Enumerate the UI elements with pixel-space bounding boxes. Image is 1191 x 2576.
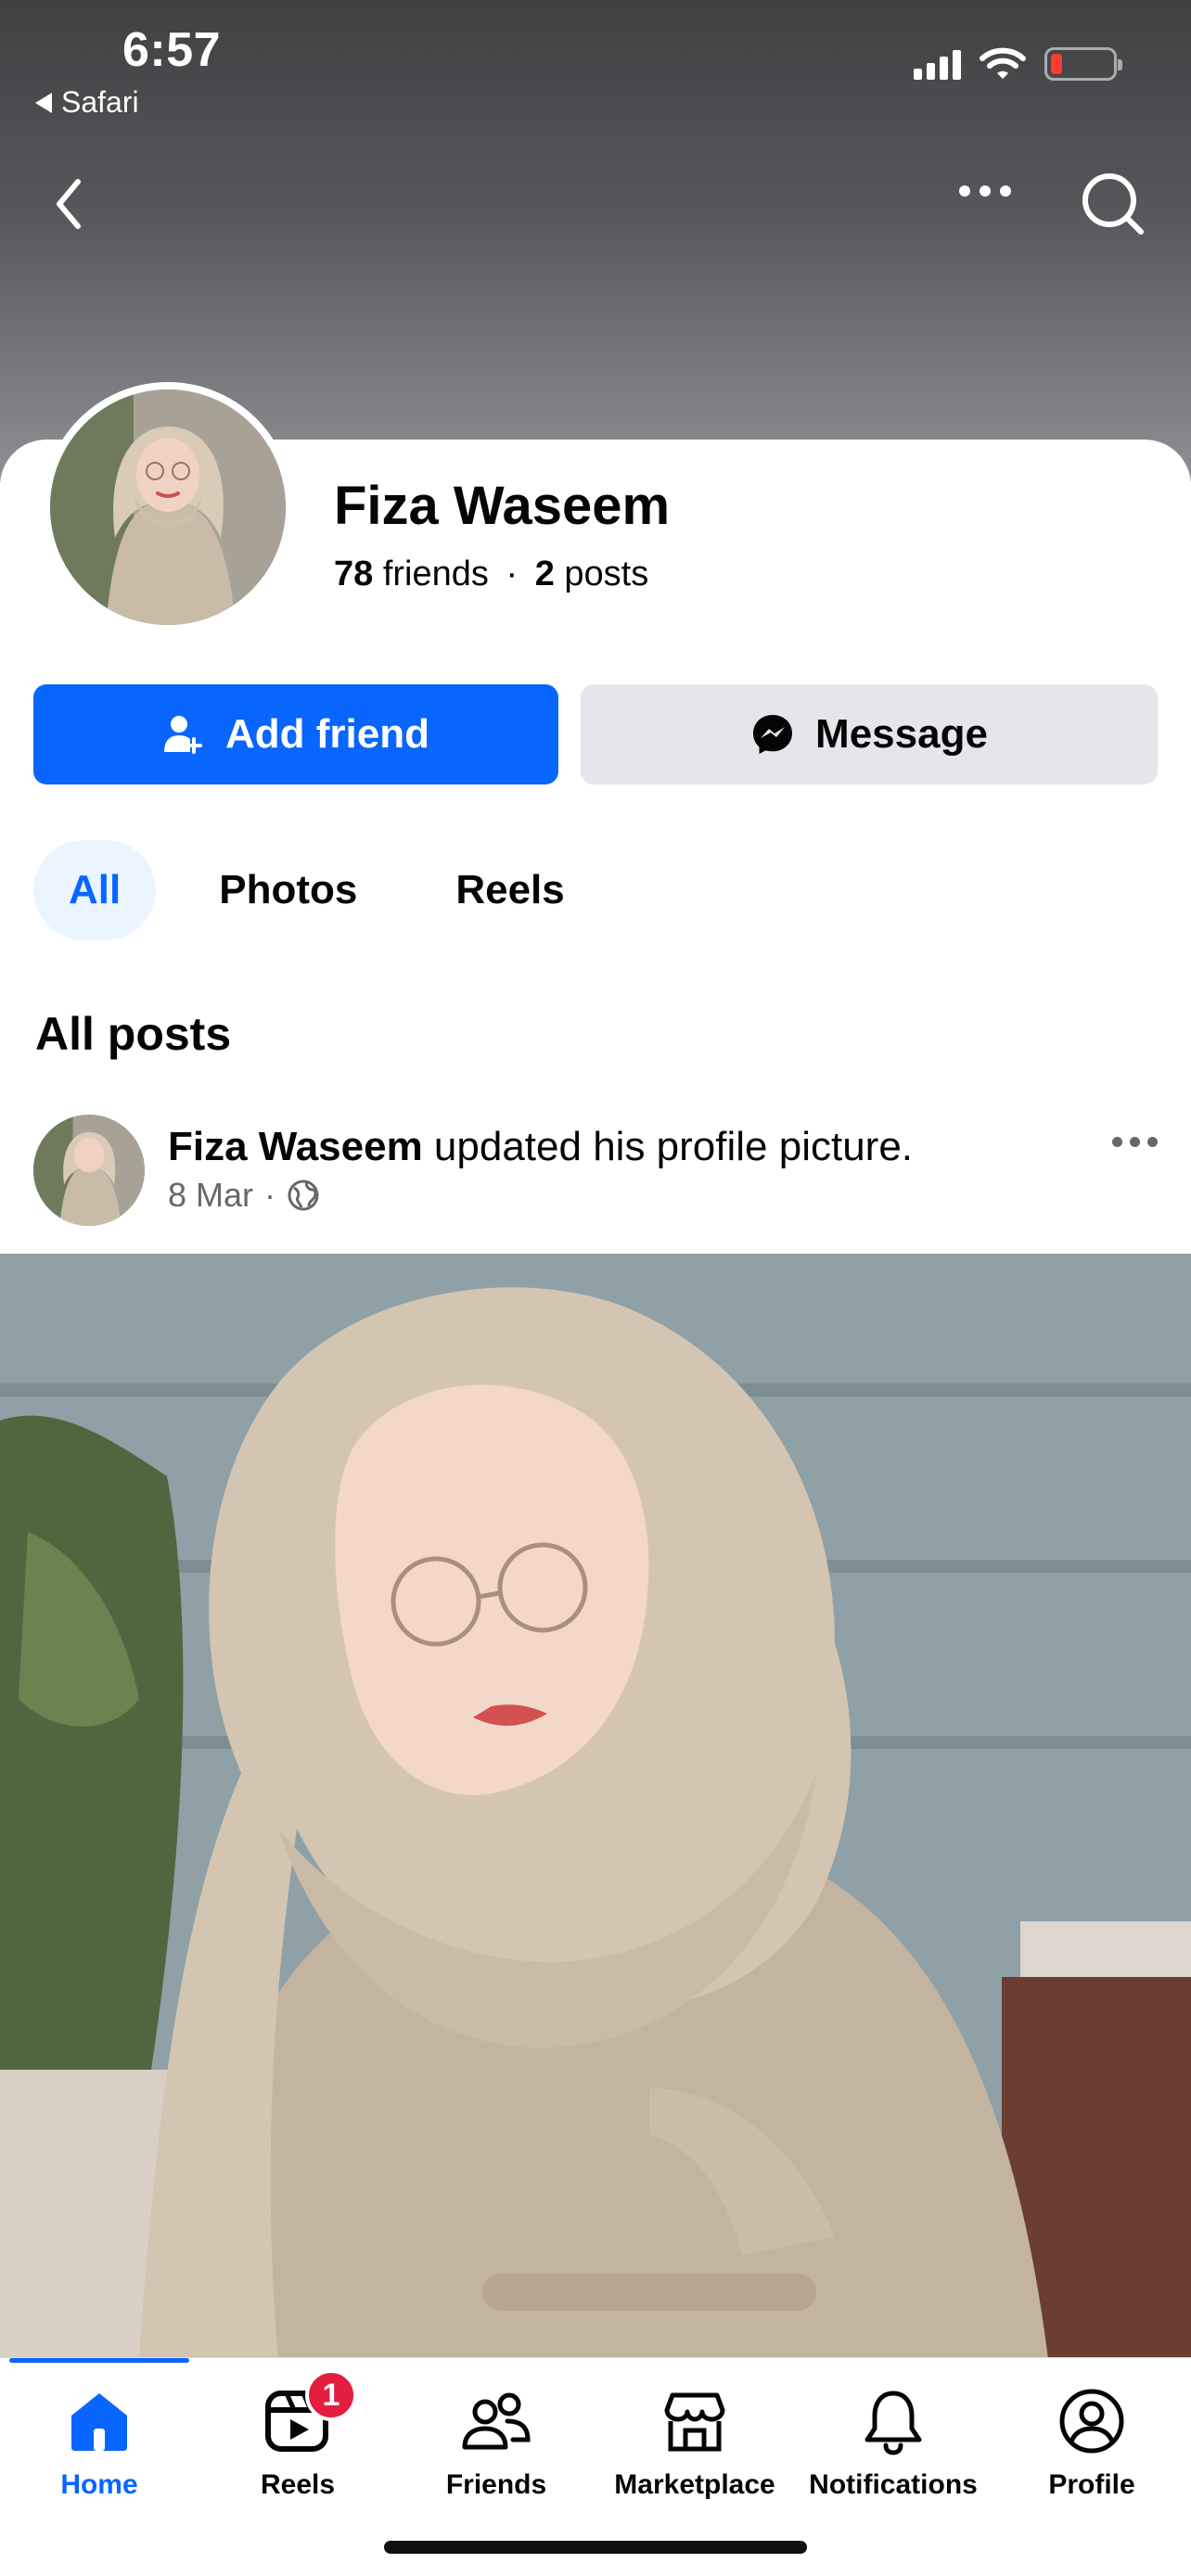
back-triangle-icon [35, 92, 52, 113]
more-horizontal-icon[interactable] [959, 185, 1011, 197]
add-person-icon [164, 716, 202, 754]
battery-level [1051, 54, 1062, 74]
post-header: Fiza Waseem updated his profile picture.… [33, 1115, 1158, 1228]
message-label: Message [815, 711, 988, 757]
friends-label[interactable]: friends [383, 555, 489, 593]
profile-stats: 78 friends · 2 posts [334, 555, 648, 594]
marketplace-icon [664, 2392, 725, 2452]
profile-photo [50, 389, 286, 625]
post-title: Fiza Waseem updated his profile picture. [168, 1124, 913, 1170]
posts-label: posts [564, 555, 649, 593]
bell-icon [864, 2391, 922, 2455]
back-to-app-link[interactable]: Safari [35, 85, 139, 120]
post-date[interactable]: 8 Mar [168, 1176, 253, 1215]
tab-marketplace-label: Marketplace [614, 2469, 775, 2500]
post-author-photo [33, 1115, 145, 1226]
post-image[interactable] [0, 1254, 1191, 2359]
post-photo-illustration [0, 1254, 1191, 2359]
section-title: All posts [35, 1008, 232, 1060]
reels-badge: 1 [305, 2369, 357, 2421]
tab-profile-label: Profile [1048, 2469, 1135, 2500]
add-friend-label: Add friend [225, 711, 429, 757]
globe-icon [288, 1180, 319, 1211]
post-author-avatar[interactable] [33, 1115, 145, 1226]
home-icon [71, 2393, 127, 2451]
tab-marketplace[interactable]: Marketplace [596, 2386, 794, 2501]
friends-count: 78 [334, 555, 374, 593]
battery-icon [1044, 47, 1122, 81]
tab-home[interactable]: Home [0, 2386, 198, 2501]
message-button[interactable]: Message [581, 684, 1158, 784]
cellular-signal-icon [914, 48, 961, 80]
friends-icon [462, 2392, 531, 2450]
tab-friends-label: Friends [445, 2469, 547, 2500]
post-action-text: updated his profile picture. [422, 1124, 914, 1169]
status-time: 6:57 [122, 23, 222, 77]
profile-tabs: All Photos Reels [33, 840, 600, 940]
messenger-icon [753, 715, 793, 754]
active-tab-indicator [9, 2358, 189, 2363]
reels-icon-wrap: 1 [263, 2369, 357, 2456]
posts-count: 2 [534, 555, 555, 593]
post-meta: 8 Mar · [168, 1176, 320, 1215]
tab-reels[interactable]: Reels [420, 840, 599, 940]
tab-reels[interactable]: 1 Reels [198, 2369, 397, 2501]
status-indicators [914, 46, 1122, 82]
tab-profile[interactable]: Profile [992, 2386, 1191, 2501]
back-app-label: Safari [61, 85, 139, 119]
add-friend-button[interactable]: Add friend [33, 684, 558, 784]
profile-icon [1059, 2389, 1124, 2454]
home-indicator [384, 2541, 807, 2554]
tab-photos[interactable]: Photos [184, 840, 392, 940]
tab-reels-label: Reels [260, 2469, 336, 2500]
profile-name: Fiza Waseem [334, 476, 671, 536]
tab-home-label: Home [60, 2469, 138, 2500]
wifi-icon [980, 47, 1026, 79]
meta-separator: · [264, 1176, 276, 1214]
tab-notifications[interactable]: Notifications [794, 2386, 992, 2501]
stats-separator: · [506, 555, 519, 593]
search-icon[interactable] [1076, 167, 1150, 241]
tab-all[interactable]: All [33, 840, 157, 940]
tab-friends[interactable]: Friends [397, 2386, 596, 2501]
post-more-icon[interactable] [1112, 1137, 1158, 1147]
chevron-left-icon[interactable] [41, 167, 96, 241]
profile-avatar[interactable] [43, 382, 293, 632]
post-author[interactable]: Fiza Waseem [168, 1124, 423, 1169]
tab-notifications-label: Notifications [809, 2469, 978, 2500]
